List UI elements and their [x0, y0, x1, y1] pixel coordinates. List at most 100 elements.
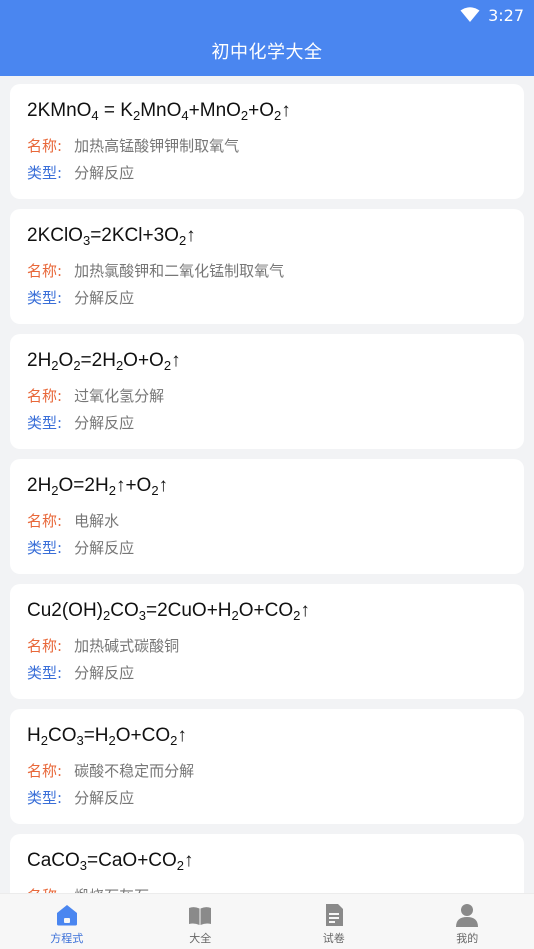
reaction-formula: 2H2O=2H2↑+O2↑ [27, 475, 168, 498]
home-icon [56, 905, 77, 926]
formula-text: O+CO [115, 725, 171, 746]
reaction-formula: 2KClO3=2KCl+3O2↑ [27, 225, 196, 248]
nav-item-person[interactable]: 我的 [401, 894, 534, 949]
formula-text: ↑ [186, 225, 196, 246]
reaction-name-row: 名称: 加热氯酸钾和二氧化锰制取氧气 [27, 260, 284, 281]
reaction-type-row: 类型: 分解反应 [27, 162, 134, 183]
formula-text: =2CuO+H [145, 600, 232, 621]
app-bar: 3:27 初中化学大全 [0, 0, 534, 76]
nav-label: 试卷 [322, 932, 345, 945]
formula-subscript: 3 [76, 733, 84, 748]
reaction-card[interactable]: 2KMnO4 = K2MnO4+MnO2+O2↑ 名称: 加热高锰酸钾钾制取氧气 类型… [10, 84, 524, 199]
reaction-name-label: 名称: [27, 762, 63, 780]
book-icon [189, 907, 212, 925]
nav-label: 方程式 [50, 932, 84, 945]
nav-label: 我的 [456, 932, 479, 945]
reaction-type-label: 类型: [27, 164, 63, 182]
formula-subscript: 2 [108, 733, 116, 748]
app-root: 3:27 初中化学大全 2KMnO4 = K2MnO4+MnO2+O2↑ 名称: 加… [0, 0, 534, 949]
status-time: 3:27 [488, 5, 524, 25]
formula-text: ↑ [184, 850, 194, 871]
reaction-name-value: 碳酸不稳定而分解 [74, 762, 195, 780]
reaction-name-label: 名称: [27, 637, 63, 655]
formula-subscript: 2 [163, 358, 172, 373]
reaction-card[interactable]: 2KClO3=2KCl+3O2↑ 名称: 加热氯酸钾和二氧化锰制取氧气 类型: 分解反应 [10, 209, 524, 324]
formula-text: ↑ [158, 475, 169, 496]
wifi-icon [460, 7, 480, 22]
reaction-type-label: 类型: [27, 414, 63, 432]
nav-label: 大全 [189, 932, 212, 945]
person-icon [456, 904, 479, 927]
formula-text: O [58, 350, 74, 371]
formula-text: 2H [27, 475, 52, 496]
page-title: 初中化学大全 [211, 42, 323, 63]
formula-text: ↑ [281, 100, 291, 121]
reaction-name-value: 加热氯酸钾和二氧化锰制取氧气 [74, 262, 285, 280]
formula-text: ↑ [177, 725, 187, 746]
reaction-name-value: 加热高锰酸钾钾制取氧气 [74, 137, 240, 155]
reaction-formula: CaCO3=CaO+CO2↑ [27, 850, 194, 873]
reaction-list[interactable]: 2KMnO4 = K2MnO4+MnO2+O2↑ 名称: 加热高锰酸钾钾制取氧气 类型… [0, 76, 534, 893]
formula-text: O+CO [238, 600, 294, 621]
formula-subscript: 2 [108, 483, 116, 498]
reaction-type-value: 分解反应 [74, 164, 135, 182]
formula-text: CO [47, 725, 77, 746]
formula-subscript: 3 [79, 858, 88, 873]
reaction-name-label: 名称: [27, 262, 63, 280]
reaction-name-value: 电解水 [74, 512, 120, 530]
reaction-type-row: 类型: 分解反应 [27, 287, 134, 308]
reaction-name-label: 名称: [27, 512, 63, 530]
document-icon [325, 904, 343, 926]
formula-subscript: 3 [138, 608, 146, 623]
formula-text: =2KCl+3O [90, 225, 179, 246]
reaction-type-value: 分解反应 [74, 414, 135, 432]
formula-text: =H [83, 725, 109, 746]
formula-text: +MnO [188, 100, 241, 121]
reaction-name-row: 名称: 过氧化氢分解 [27, 385, 164, 406]
formula-text: +O [248, 100, 275, 121]
reaction-card[interactable]: CaCO3=CaO+CO2↑名称:煅烧石灰石类型:分解反应 [10, 834, 524, 893]
reaction-type-label: 类型: [27, 664, 63, 682]
reaction-type-label: 类型: [27, 789, 63, 807]
reaction-formula: H2CO3=H2O+CO2↑ [27, 725, 187, 748]
reaction-name-row: 名称: 加热碱式碳酸铜 [27, 635, 179, 656]
formula-text: O=2H [58, 475, 109, 496]
formula-text: CaCO [27, 850, 80, 871]
reaction-type-label: 类型: [27, 289, 63, 307]
formula-text: MnO [140, 100, 182, 121]
nav-item-home[interactable]: 方程式 [0, 894, 134, 949]
formula-subscript: 2 [40, 733, 48, 748]
reaction-name-label: 名称: [27, 387, 63, 405]
reaction-type-label: 类型: [27, 539, 63, 557]
reaction-card[interactable]: 2H2O2=2H2O+O2↑ 名称: 过氧化氢分解 类型: 分解反应 [10, 334, 524, 449]
formula-subscript: 4 [91, 108, 99, 123]
formula-text: 2KClO [27, 225, 83, 246]
reaction-type-value: 分解反应 [74, 664, 135, 682]
nav-item-document[interactable]: 试卷 [267, 894, 401, 949]
formula-text: 2H [27, 350, 52, 371]
formula-subscript: 2 [176, 858, 185, 873]
reaction-formula: 2H2O2=2H2O+O2↑ [27, 350, 181, 373]
reaction-name-row: 名称: 电解水 [27, 510, 119, 531]
reaction-name-value: 过氧化氢分解 [74, 387, 165, 405]
formula-text: CO [110, 600, 139, 621]
reaction-card[interactable]: H2CO3=H2O+CO2↑ 名称: 碳酸不稳定而分解 类型: 分解反应 [10, 709, 524, 824]
reaction-card[interactable]: Cu2(OH)2CO3=2CuO+H2O+CO2↑ 名称: 加热碱式碳酸铜 类型: 分解… [10, 584, 524, 699]
formula-text: ↑ [171, 350, 181, 371]
formula-subscript: 2 [51, 358, 59, 373]
formula-text: = K [98, 100, 133, 121]
reaction-name-row: 名称: 碳酸不稳定而分解 [27, 760, 194, 781]
formula-text: =2H [80, 350, 116, 371]
reaction-type-value: 分解反应 [74, 539, 135, 557]
reaction-name-value: 加热碱式碳酸铜 [74, 637, 180, 655]
formula-text: O+O [123, 350, 164, 371]
reaction-name-label: 名称: [27, 137, 63, 155]
reaction-type-value: 分解反应 [74, 289, 135, 307]
formula-text: ↑+O [115, 475, 152, 496]
formula-subscript: 2 [151, 483, 159, 498]
formula-text: Cu2(OH) [27, 600, 104, 621]
reaction-type-row: 类型: 分解反应 [27, 537, 134, 558]
formula-text: =CaO+CO [87, 850, 177, 871]
nav-item-book[interactable]: 大全 [134, 894, 268, 949]
reaction-card[interactable]: 2H2O=2H2↑+O2↑ 名称: 电解水 类型: 分解反应 [10, 459, 524, 574]
